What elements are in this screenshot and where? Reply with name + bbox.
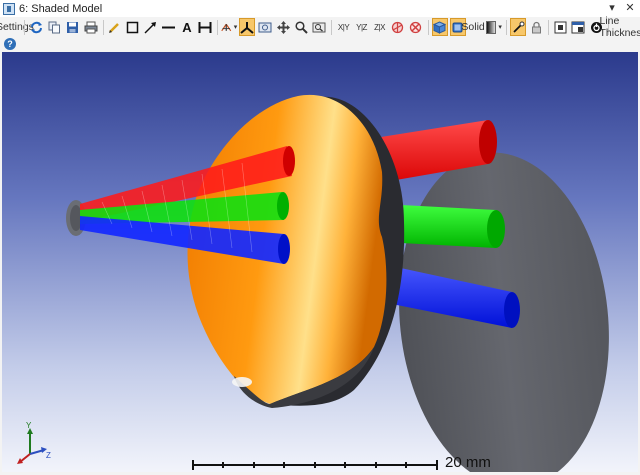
title-bar: 6: Shaded Model ▾ ✕ [0,0,640,18]
render-mode-label: Solid [461,21,485,33]
reset-icon [409,21,422,33]
3d-viewport[interactable]: Y Z 20 mm [2,52,638,472]
scene-canvas [66,94,609,472]
save-icon [67,21,79,33]
wand-icon [513,21,525,33]
chevron-down-icon: ▾ [233,24,238,31]
render-mode-dropdown[interactable]: Solid ▾ [461,18,490,36]
view-zx-button[interactable]: Z|X [372,18,388,36]
rectangle-icon [127,21,139,33]
fit-icon [554,21,567,33]
reset-view-button[interactable] [408,18,424,36]
rectangle-tool-button[interactable] [125,18,141,36]
ray-fan-icon [221,23,232,31]
save-button[interactable] [65,18,81,36]
rotate-model-button[interactable] [390,18,406,36]
axis-z-label: Z [46,451,51,460]
axis-triad-icon: Y Z [17,421,51,464]
zoom-window-icon [312,22,326,32]
lock-icon [531,21,541,33]
light-source-button[interactable] [510,18,527,36]
pencil-icon [109,22,120,33]
lens-notch [232,377,252,387]
axis-y-label: Y [26,421,32,430]
window-title: 6: Shaded Model [19,2,103,15]
window-tile-button[interactable] [570,18,586,36]
color-gradient-dropdown[interactable]: ▾ [485,18,502,36]
layout-icon [258,22,272,32]
text-icon: A [182,19,192,35]
print-icon [84,21,98,33]
axis-triad: Y Z [12,420,58,466]
close-window-button[interactable]: ✕ [624,1,636,15]
pencil-tool-button[interactable] [107,18,123,36]
axes-icon [240,21,254,34]
refresh-button[interactable] [29,18,45,36]
gradient-swatch-icon [485,20,497,34]
view-xy-button[interactable]: X|Y [336,18,352,36]
help-button[interactable]: ? [4,38,16,50]
copy-icon [48,21,61,33]
refresh-icon [31,21,43,33]
text-tool-button[interactable]: A [179,18,195,36]
copy-button[interactable] [47,18,63,36]
view-yz-button[interactable]: Y|Z [354,18,370,36]
shaded-model-window: 6: Shaded Model ▾ ✕ ▾ Settings [0,0,640,475]
zoom-button[interactable] [293,18,309,36]
toolbar: ▾ Settings [0,15,640,39]
chevron-down-icon: ▾ [498,24,502,31]
settings-button[interactable]: ▾ Settings [0,18,34,36]
window-icon [571,21,585,33]
move-icon [276,20,290,34]
zoom-window-button[interactable] [311,18,327,36]
dimension-icon [198,21,212,33]
line-thickness-label: Line Thickness [599,15,640,39]
axes-view-button[interactable] [239,18,256,36]
line-icon [162,26,176,28]
scale-label: 20 mm [445,454,491,471]
layout-view-button[interactable] [257,18,273,36]
print-button[interactable] [83,18,99,36]
line-tool-button[interactable] [161,18,177,36]
ray-tool-dropdown[interactable]: ▾ [221,18,237,36]
pan-button[interactable] [275,18,291,36]
shaded-solid-button[interactable] [431,18,448,36]
magnifier-icon [295,20,308,34]
scale-bar [192,460,438,470]
line-thickness-dropdown[interactable]: Line Thickness ▾ [599,15,640,39]
arrow-tool-button[interactable] [143,18,159,36]
window-menu-button[interactable]: ▾ [606,1,618,15]
rotate-icon [391,21,404,33]
lock-button[interactable] [528,18,544,36]
window-icon [3,2,15,15]
dimension-tool-button[interactable] [197,18,213,36]
title-controls: ▾ ✕ [606,1,636,15]
fit-view-button[interactable] [552,18,568,36]
secondary-toolbar: ? [0,37,640,52]
cube-icon [433,20,447,34]
arrow-icon [144,21,157,33]
